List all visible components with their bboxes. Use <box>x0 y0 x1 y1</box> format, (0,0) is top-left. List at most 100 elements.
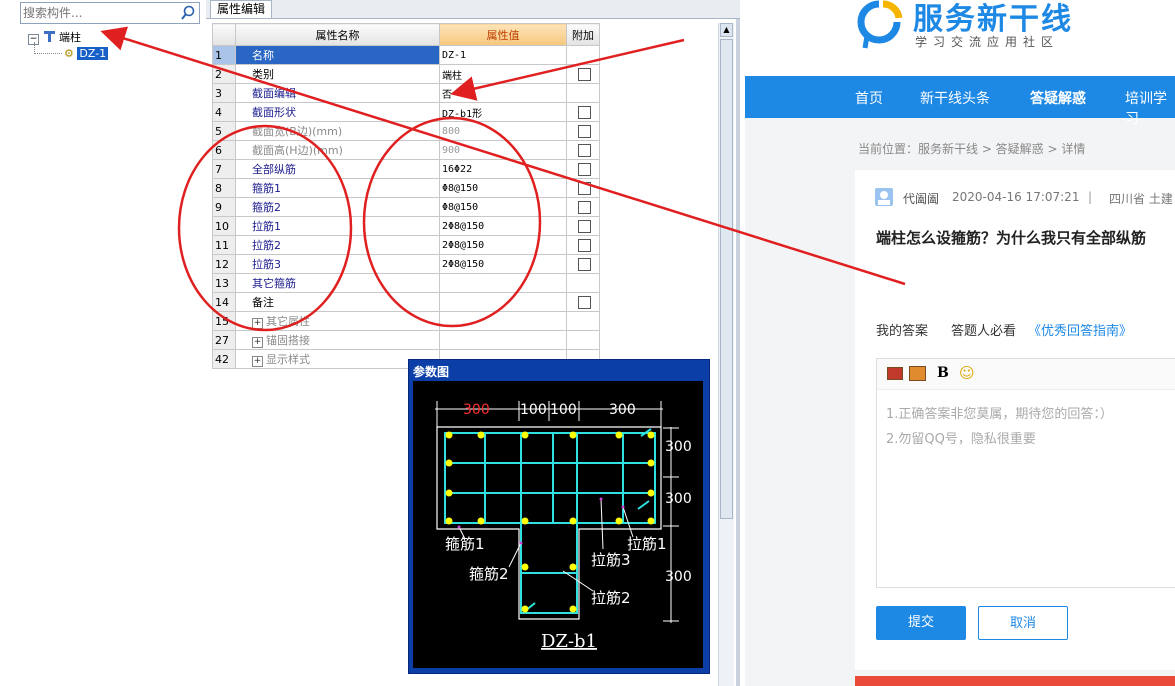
table-row[interactable]: 12 拉筋3 2Φ8@150 <box>212 254 600 274</box>
property-value[interactable]: 2Φ8@150 <box>439 216 567 236</box>
extra-checkbox[interactable] <box>577 67 591 81</box>
table-row[interactable]: 1 名称 DZ-1 <box>212 45 600 65</box>
extra-checkbox[interactable] <box>577 200 591 214</box>
nav-home[interactable]: 首页 <box>855 88 883 108</box>
table-row[interactable]: 5 截面宽(B边)(mm) 800 <box>212 121 600 141</box>
column-icon <box>43 31 55 42</box>
question-title: 端柱怎么设箍筋？为什么我只有全部纵筋 <box>876 229 1147 247</box>
header-value: 属性值 <box>439 23 567 46</box>
property-name: 箍筋1 <box>235 178 440 198</box>
tab-my-answer[interactable]: 我的答案 <box>876 320 928 339</box>
author-name[interactable]: 代阖阖 <box>903 190 939 207</box>
table-row[interactable]: 11 拉筋2 2Φ8@150 <box>212 235 600 255</box>
guide-link[interactable]: 《优秀回答指南》 <box>1028 320 1132 339</box>
editor-placeholder-2: 2.勿留QQ号，隐私很重要 <box>886 432 1036 447</box>
header-name: 属性名称 <box>235 23 440 46</box>
row-number: 42 <box>212 349 236 369</box>
extra-checkbox[interactable] <box>577 238 591 252</box>
group-row[interactable]: 27 + 锚固搭接 <box>212 330 600 350</box>
dim-top-3: 100 <box>550 402 577 418</box>
dim-top-4: 300 <box>609 402 636 418</box>
table-row[interactable]: 4 截面形状 DZ-b1形 <box>212 102 600 122</box>
table-row[interactable]: 9 箍筋2 Φ8@150 <box>212 197 600 217</box>
search-input[interactable] <box>23 4 173 22</box>
group-header[interactable]: + 锚固搭接 <box>235 330 440 350</box>
property-value[interactable]: 16Φ22 <box>439 159 567 179</box>
expand-icon[interactable]: + <box>252 337 263 348</box>
brand-logo-icon <box>857 0 903 49</box>
property-value[interactable]: DZ-1 <box>439 45 567 65</box>
extra-cell <box>566 235 600 255</box>
table-row[interactable]: 13 其它箍筋 <box>212 273 600 293</box>
submit-button[interactable]: 提交 <box>876 606 966 640</box>
property-name: 截面形状 <box>235 102 440 122</box>
gallery-icon[interactable] <box>909 366 926 381</box>
table-row[interactable]: 7 全部纵筋 16Φ22 <box>212 159 600 179</box>
bold-icon[interactable]: B <box>937 365 949 381</box>
table-row[interactable]: 10 拉筋1 2Φ8@150 <box>212 216 600 236</box>
property-value[interactable]: 2Φ8@150 <box>439 235 567 255</box>
row-number: 3 <box>212 83 236 103</box>
label-lajin1: 拉筋1 <box>627 535 667 553</box>
extra-cell <box>566 197 600 217</box>
search-box[interactable] <box>20 2 200 24</box>
row-number: 10 <box>212 216 236 236</box>
extra-cell <box>566 159 600 179</box>
table-row[interactable]: 6 截面高(H边)(mm) 900 <box>212 140 600 160</box>
property-value[interactable]: 800 <box>439 121 567 141</box>
property-value[interactable]: Φ8@150 <box>439 178 567 198</box>
avatar <box>875 188 893 206</box>
expand-icon[interactable]: + <box>252 356 263 367</box>
scroll-thumb[interactable] <box>720 39 733 519</box>
cancel-button[interactable]: 取消 <box>978 606 1068 640</box>
extra-cell <box>566 121 600 141</box>
nav-qa[interactable]: 答疑解惑 <box>1030 88 1086 108</box>
property-value[interactable]: Φ8@150 <box>439 197 567 217</box>
table-row[interactable]: 8 箍筋1 Φ8@150 <box>212 178 600 198</box>
group-label: 显示样式 <box>266 353 310 366</box>
image-icon[interactable] <box>887 367 903 380</box>
row-number: 6 <box>212 140 236 160</box>
nav-training[interactable]: 培训学习 <box>1125 88 1175 128</box>
extra-checkbox[interactable] <box>577 257 591 271</box>
property-value[interactable] <box>439 273 567 293</box>
property-value[interactable]: DZ-b1形 <box>439 102 567 122</box>
answer-editor[interactable]: B ☺ 1.正确答案非您莫属，期待您的回答：） 2.勿留QQ号，隐私很重要 <box>876 358 1175 588</box>
expand-icon[interactable]: + <box>252 318 263 329</box>
extra-checkbox[interactable] <box>577 219 591 233</box>
site-header: 服务新干线 学习交流应用社区 <box>745 0 1175 76</box>
group-row[interactable]: 15 + 其它属性 <box>212 311 600 331</box>
property-value[interactable]: 端柱 <box>439 64 567 84</box>
nav-headlines[interactable]: 新干线头条 <box>920 88 990 108</box>
search-icon[interactable] <box>180 5 196 21</box>
property-value[interactable] <box>439 292 567 312</box>
extra-checkbox[interactable] <box>577 162 591 176</box>
header-extra: 附加 <box>566 23 600 46</box>
property-value[interactable]: 900 <box>439 140 567 160</box>
property-name: 拉筋1 <box>235 216 440 236</box>
extra-checkbox[interactable] <box>577 105 591 119</box>
extra-cell <box>566 254 600 274</box>
post-datetime: 2020-04-16 17:07:21 <box>952 190 1080 204</box>
extra-checkbox[interactable] <box>577 124 591 138</box>
table-row[interactable]: 2 类别 端柱 <box>212 64 600 84</box>
property-value[interactable]: 否 <box>439 83 567 103</box>
extra-cell <box>566 83 600 103</box>
property-value[interactable]: 2Φ8@150 <box>439 254 567 274</box>
emoji-icon[interactable]: ☺ <box>959 364 975 382</box>
extra-cell <box>566 64 600 84</box>
extra-checkbox[interactable] <box>577 143 591 157</box>
tab-property-edit[interactable]: 属性编辑 <box>210 0 273 18</box>
dim-right-2: 300 <box>665 491 692 507</box>
extra-checkbox[interactable] <box>577 181 591 195</box>
tree-node-dz1[interactable]: ⚙ DZ-1 <box>64 46 109 62</box>
meta-separator: | <box>1088 190 1093 204</box>
table-row[interactable]: 14 备注 <box>212 292 600 312</box>
scroll-up-icon[interactable]: ▲ <box>720 23 733 37</box>
table-row[interactable]: 3 截面编辑否 <box>212 83 600 103</box>
property-name: 截面高(H边)(mm) <box>235 140 440 160</box>
extra-cell <box>566 102 600 122</box>
vertical-scrollbar[interactable]: ▲ <box>718 23 734 686</box>
group-header[interactable]: + 其它属性 <box>235 311 440 331</box>
extra-checkbox[interactable] <box>577 295 591 309</box>
